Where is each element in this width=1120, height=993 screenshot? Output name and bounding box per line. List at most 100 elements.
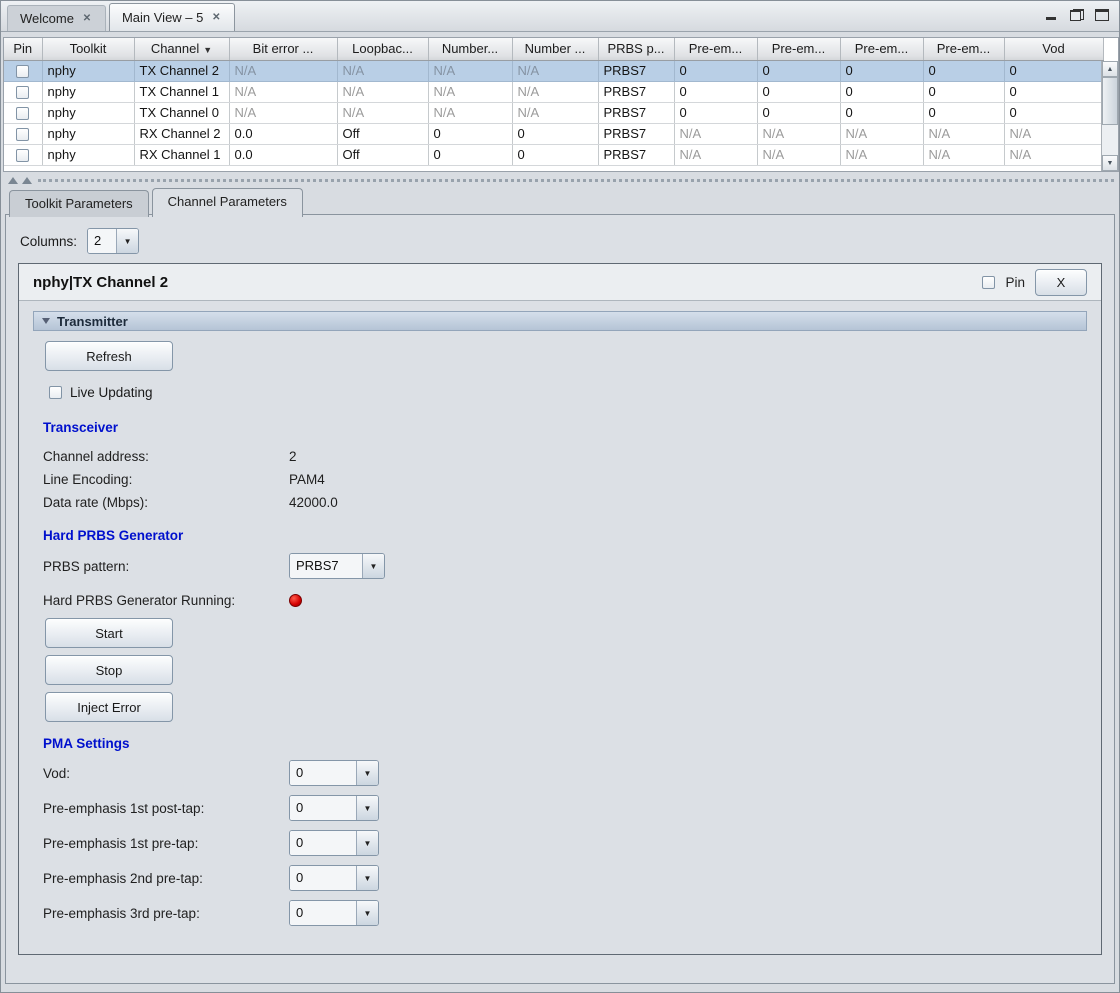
minimize-icon[interactable] xyxy=(1045,9,1059,21)
dropdown-value: 2 xyxy=(88,229,116,253)
column-header[interactable]: Pin xyxy=(4,38,42,60)
table-cell: nphy xyxy=(42,81,134,102)
table-cell: PRBS7 xyxy=(598,102,674,123)
transmitter-section-header[interactable]: Transmitter xyxy=(33,311,1087,331)
tab-channel-parameters[interactable]: Channel Parameters xyxy=(152,188,303,217)
panel-title: nphy|TX Channel 2 xyxy=(33,274,168,291)
stop-button[interactable]: Stop xyxy=(45,655,173,685)
table-cell: N/A xyxy=(923,123,1004,144)
pin-checkbox[interactable] xyxy=(16,65,29,78)
start-button[interactable]: Start xyxy=(45,618,173,648)
close-icon[interactable] xyxy=(81,12,93,24)
column-header[interactable]: Number... xyxy=(428,38,512,60)
maximize-icon[interactable] xyxy=(1095,9,1109,21)
panel-title-bar: nphy|TX Channel 2 Pin X xyxy=(19,264,1101,301)
chevron-down-icon[interactable] xyxy=(356,866,378,890)
pin-checkbox[interactable] xyxy=(16,86,29,99)
scroll-down-icon[interactable] xyxy=(1102,155,1118,171)
chevron-down-icon[interactable] xyxy=(356,831,378,855)
inject-error-button[interactable]: Inject Error xyxy=(45,692,173,722)
pin-panel-checkbox[interactable] xyxy=(982,276,995,289)
tab-label: Main View – 5 xyxy=(122,10,203,25)
column-header[interactable]: Toolkit xyxy=(42,38,134,60)
pre-emphasis-2nd-pre-tap-dropdown[interactable]: 0 xyxy=(289,865,379,891)
column-header-label: Vod xyxy=(1042,41,1064,56)
pma-settings-heading: PMA Settings xyxy=(43,736,1087,751)
table-cell: 0 xyxy=(428,123,512,144)
column-header[interactable]: Pre-em... xyxy=(923,38,1004,60)
chevron-down-icon[interactable] xyxy=(362,554,384,578)
column-header[interactable]: Pre-em... xyxy=(840,38,923,60)
table-cell: N/A xyxy=(428,60,512,81)
pre-emphasis-1st-pre-tap-dropdown[interactable]: 0 xyxy=(289,830,379,856)
dropdown-value: 0 xyxy=(290,866,356,890)
vertical-scrollbar[interactable] xyxy=(1101,61,1118,171)
table-cell: N/A xyxy=(337,60,428,81)
restore-icon[interactable] xyxy=(1070,9,1084,21)
tab-welcome[interactable]: Welcome xyxy=(7,5,106,31)
tab-label: Welcome xyxy=(20,11,74,26)
prbs-running-status: Hard PRBS Generator Running: xyxy=(43,593,1087,608)
refresh-button[interactable]: Refresh xyxy=(45,341,173,371)
chevron-down-icon[interactable] xyxy=(116,229,138,253)
scrollbar-thumb[interactable] xyxy=(1102,77,1118,125)
table-cell: N/A xyxy=(840,123,923,144)
table-cell: N/A xyxy=(229,60,337,81)
table-cell: N/A xyxy=(337,102,428,123)
dropdown-value: 0 xyxy=(290,761,356,785)
table-row[interactable]: nphyTX Channel 2N/AN/AN/AN/APRBS700000 xyxy=(4,60,1103,81)
chevron-down-icon[interactable] xyxy=(356,796,378,820)
table-cell: N/A xyxy=(428,81,512,102)
pin-checkbox[interactable] xyxy=(16,149,29,162)
dropdown-value: 0 xyxy=(290,901,356,925)
column-header[interactable]: Loopbac... xyxy=(337,38,428,60)
column-header[interactable]: Number ... xyxy=(512,38,598,60)
field-label: Channel address: xyxy=(43,449,289,464)
vod-dropdown[interactable]: 0 xyxy=(289,760,379,786)
prbs-pattern-dropdown[interactable]: PRBS7 xyxy=(289,553,385,579)
table-row[interactable]: nphyTX Channel 0N/AN/AN/AN/APRBS700000 xyxy=(4,102,1103,123)
pre-emphasis-3rd-pre-tap-dropdown[interactable]: 0 xyxy=(289,900,379,926)
live-updating-control: Live Updating xyxy=(49,385,1087,400)
column-header[interactable]: Bit error ... xyxy=(229,38,337,60)
chevron-down-icon[interactable] xyxy=(356,761,378,785)
column-header[interactable]: Pre-em... xyxy=(674,38,757,60)
column-header[interactable]: Channel▼ xyxy=(134,38,229,60)
column-header-label: Pre-em... xyxy=(772,41,825,56)
table-cell: PRBS7 xyxy=(598,123,674,144)
field-label: Vod: xyxy=(43,766,289,781)
pma-field-row: Pre-emphasis 3rd pre-tap: 0 xyxy=(43,900,1087,926)
table-cell: RX Channel 1 xyxy=(134,144,229,165)
columns-dropdown[interactable]: 2 xyxy=(87,228,139,254)
pre-emphasis-1st-post-tap-dropdown[interactable]: 0 xyxy=(289,795,379,821)
view-splitter[interactable] xyxy=(4,174,1116,186)
tab-main-view[interactable]: Main View – 5 xyxy=(109,3,235,31)
table-cell: N/A xyxy=(512,60,598,81)
close-icon[interactable] xyxy=(210,11,222,23)
tab-toolkit-parameters[interactable]: Toolkit Parameters xyxy=(9,190,149,217)
live-updating-checkbox[interactable] xyxy=(49,386,62,399)
chevron-down-icon[interactable] xyxy=(356,901,378,925)
column-header[interactable]: Pre-em... xyxy=(757,38,840,60)
table-cell: N/A xyxy=(674,123,757,144)
table-row[interactable]: nphyRX Channel 10.0Off00PRBS7N/AN/AN/AN/… xyxy=(4,144,1103,165)
field-row: Data rate (Mbps): 42000.0 xyxy=(43,495,1087,510)
field-label: Pre-emphasis 1st post-tap: xyxy=(43,801,289,816)
field-label: Pre-emphasis 2nd pre-tap: xyxy=(43,871,289,886)
field-value: 42000.0 xyxy=(289,495,338,510)
close-panel-button[interactable]: X xyxy=(1035,269,1087,296)
table-cell: 0 xyxy=(512,123,598,144)
column-header-label: Number ... xyxy=(525,41,586,56)
pin-checkbox[interactable] xyxy=(16,128,29,141)
table-cell: 0 xyxy=(757,81,840,102)
table-cell: nphy xyxy=(42,60,134,81)
scroll-up-icon[interactable] xyxy=(1102,61,1118,77)
table-row[interactable]: nphyTX Channel 1N/AN/AN/AN/APRBS700000 xyxy=(4,81,1103,102)
column-header[interactable]: PRBS p... xyxy=(598,38,674,60)
pin-checkbox[interactable] xyxy=(16,107,29,120)
field-label: PRBS pattern: xyxy=(43,559,289,574)
table-row[interactable]: nphyRX Channel 20.0Off00PRBS7N/AN/AN/AN/… xyxy=(4,123,1103,144)
column-header-label: PRBS p... xyxy=(607,41,664,56)
column-header[interactable]: Vod xyxy=(1004,38,1103,60)
column-header-label: Pin xyxy=(13,41,32,56)
